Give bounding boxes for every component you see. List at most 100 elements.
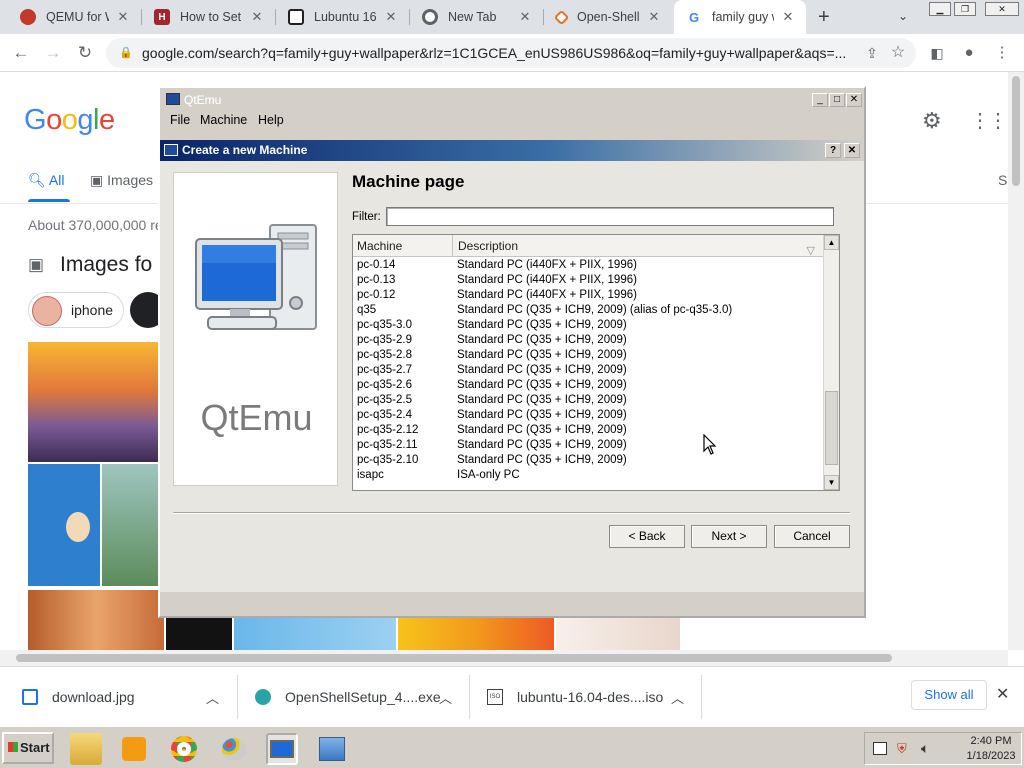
show-all-downloads-button[interactable]: Show all	[911, 680, 987, 710]
table-row[interactable]: pc-q35-2.6 Standard PC (Q35 + ICH9, 2009)	[353, 378, 823, 393]
scroll-up-arrow-icon[interactable]: ▲	[824, 235, 839, 250]
column-header-description[interactable]: Description ▽	[454, 235, 823, 257]
table-row[interactable]: pc-q35-2.8 Standard PC (Q35 + ICH9, 2009)	[353, 348, 823, 363]
table-vertical-scrollbar[interactable]: ▲ ▼	[823, 235, 839, 490]
chrome-taskbar-icon[interactable]	[168, 733, 200, 765]
close-tab-icon[interactable]: ✕	[115, 9, 131, 25]
tab-how-to[interactable]: H How to Set u ✕	[142, 0, 275, 34]
close-tab-icon[interactable]: ✕	[646, 9, 662, 25]
scrollbar-thumb[interactable]	[16, 654, 892, 662]
download-item[interactable]: OpenShellSetup_4....exe ︿	[255, 667, 465, 727]
start-button[interactable]: Start	[2, 732, 54, 764]
close-button[interactable]: ✕	[846, 93, 862, 107]
close-downloads-bar-icon[interactable]: ✕	[996, 684, 1009, 704]
back-button[interactable]: < Back	[609, 525, 685, 548]
security-shield-icon[interactable]: ⛨	[897, 741, 907, 757]
next-button[interactable]: Next >	[691, 525, 767, 548]
filter-input[interactable]	[386, 207, 834, 226]
close-tab-icon[interactable]: ✕	[517, 9, 533, 25]
table-row[interactable]: pc-q35-2.7 Standard PC (Q35 + ICH9, 2009)	[353, 363, 823, 378]
new-tab-button[interactable]: +	[818, 6, 830, 29]
image-thumbnail[interactable]	[28, 590, 164, 650]
table-row[interactable]: pc-q35-2.11 Standard PC (Q35 + ICH9, 2009…	[353, 438, 823, 453]
scroll-down-arrow-icon[interactable]: ▼	[824, 475, 839, 490]
column-header-machine[interactable]: Machine	[353, 235, 453, 257]
forward-arrow-icon[interactable]: →	[41, 41, 65, 65]
image-thumbnail[interactable]	[28, 464, 100, 586]
table-row[interactable]: pc-0.13 Standard PC (i440FX + PIIX, 1996)	[353, 273, 823, 288]
table-row[interactable]: pc-q35-3.0 Standard PC (Q35 + ICH9, 2009)	[353, 318, 823, 333]
close-tab-icon[interactable]: ✕	[249, 9, 265, 25]
nav-images[interactable]: ▣ Images	[90, 172, 153, 189]
download-item[interactable]: ISO lubuntu-16.04-des....iso ︿	[487, 667, 697, 727]
image-thumbnail[interactable]	[28, 342, 158, 462]
scrollbar-thumb[interactable]	[1012, 76, 1020, 186]
side-panel-icon[interactable]: ◧	[925, 41, 949, 65]
volume-icon[interactable]: 🔈︎	[921, 740, 929, 757]
tab-new-tab[interactable]: New Tab ✕	[410, 0, 543, 34]
maximize-button[interactable]: □	[829, 93, 845, 107]
help-button[interactable]: ?	[825, 143, 841, 158]
close-tab-icon[interactable]: ✕	[780, 9, 796, 25]
chevron-up-icon[interactable]: ︿	[206, 688, 219, 707]
table-row[interactable]: pc-q35-2.5 Standard PC (Q35 + ICH9, 2009)	[353, 393, 823, 408]
tab-open-shell[interactable]: Open-Shell c ✕	[544, 0, 672, 34]
table-row[interactable]: pc-0.12 Standard PC (i440FX + PIIX, 1996)	[353, 288, 823, 303]
page-horizontal-scrollbar[interactable]	[0, 650, 1008, 666]
file-explorer-icon[interactable]	[70, 733, 102, 765]
machine-table[interactable]: Machine Description ▽ pc-0.14 Standard PC…	[352, 234, 840, 491]
restore-window-button[interactable]: ❐	[954, 2, 976, 16]
image-thumbnail[interactable]	[234, 617, 396, 650]
qtemu-taskbar-icon[interactable]	[266, 733, 298, 765]
paint-icon[interactable]	[218, 733, 250, 765]
nav-all[interactable]: 🔍︎ All	[28, 172, 64, 189]
share-icon[interactable]: ⇪	[860, 41, 884, 65]
table-row[interactable]: pc-0.14 Standard PC (i440FX + PIIX, 1996)	[353, 258, 823, 273]
filter-chip-iphone[interactable]: iphone	[28, 292, 124, 328]
chrome-menu-icon[interactable]: ⋮	[990, 41, 1014, 65]
tab-family-guy[interactable]: G family guy w ✕	[674, 0, 806, 34]
menu-help[interactable]: Help	[258, 113, 284, 127]
minimize-button[interactable]: _	[812, 93, 828, 107]
table-row[interactable]: pc-q35-2.12 Standard PC (Q35 + ICH9, 2009…	[353, 423, 823, 438]
media-player-icon[interactable]	[118, 733, 150, 765]
menu-file[interactable]: File	[170, 113, 190, 127]
table-row[interactable]: pc-q35-2.9 Standard PC (Q35 + ICH9, 2009)	[353, 333, 823, 348]
close-tab-icon[interactable]: ✕	[383, 9, 399, 25]
close-button[interactable]: ✕	[844, 143, 860, 158]
image-thumbnail[interactable]	[102, 464, 158, 586]
table-row[interactable]: isapc ISA-only PC	[353, 468, 823, 483]
divider	[701, 675, 702, 719]
chevron-up-icon[interactable]: ︿	[439, 688, 452, 707]
minimize-window-button[interactable]: ▁	[929, 2, 951, 16]
wizard-taskbar-icon[interactable]	[316, 733, 348, 765]
image-thumbnail[interactable]	[398, 617, 554, 650]
network-icon[interactable]	[873, 742, 887, 755]
google-logo[interactable]: Google	[24, 104, 115, 137]
back-arrow-icon[interactable]: ←	[9, 41, 33, 65]
image-thumbnail[interactable]	[556, 617, 680, 650]
chevron-up-icon[interactable]: ︿	[671, 688, 684, 707]
profile-avatar-icon[interactable]: ●	[957, 41, 981, 65]
scrollbar-thumb[interactable]	[825, 391, 838, 465]
clock[interactable]: 2:40 PM 1/18/2023	[963, 734, 1019, 764]
table-row[interactable]: pc-q35-2.10 Standard PC (Q35 + ICH9, 2009…	[353, 453, 823, 468]
close-window-button[interactable]: ✕	[985, 2, 1019, 16]
cancel-button[interactable]: Cancel	[774, 525, 850, 548]
table-row[interactable]: q35 Standard PC (Q35 + ICH9, 2009) (alias…	[353, 303, 823, 318]
downloads-bar: download.jpg ︿ OpenShellSetup_4....exe ︿…	[0, 666, 1024, 726]
tab-label: Open-Shell c	[577, 10, 640, 24]
address-bar[interactable]: 🔒 google.com/search?q=family+guy+wallpap…	[106, 38, 916, 68]
menu-machine[interactable]: Machine	[200, 113, 247, 127]
nav-more[interactable]: S	[998, 172, 1007, 188]
settings-gear-icon[interactable]: ⚙	[922, 108, 942, 134]
tab-qemu[interactable]: QEMU for W ✕	[8, 0, 141, 34]
download-item[interactable]: download.jpg ︿	[22, 667, 232, 727]
reload-icon[interactable]: ↻	[73, 41, 97, 65]
bookmark-star-icon[interactable]: ☆	[886, 41, 910, 65]
tab-search-icon[interactable]: ⌄	[898, 9, 908, 23]
qtemu-title: QtEmu	[184, 93, 222, 107]
table-row[interactable]: pc-q35-2.4 Standard PC (Q35 + ICH9, 2009)	[353, 408, 823, 423]
tab-lubuntu[interactable]: Lubuntu 16.0 ✕	[276, 0, 409, 34]
page-vertical-scrollbar[interactable]	[1008, 72, 1024, 650]
